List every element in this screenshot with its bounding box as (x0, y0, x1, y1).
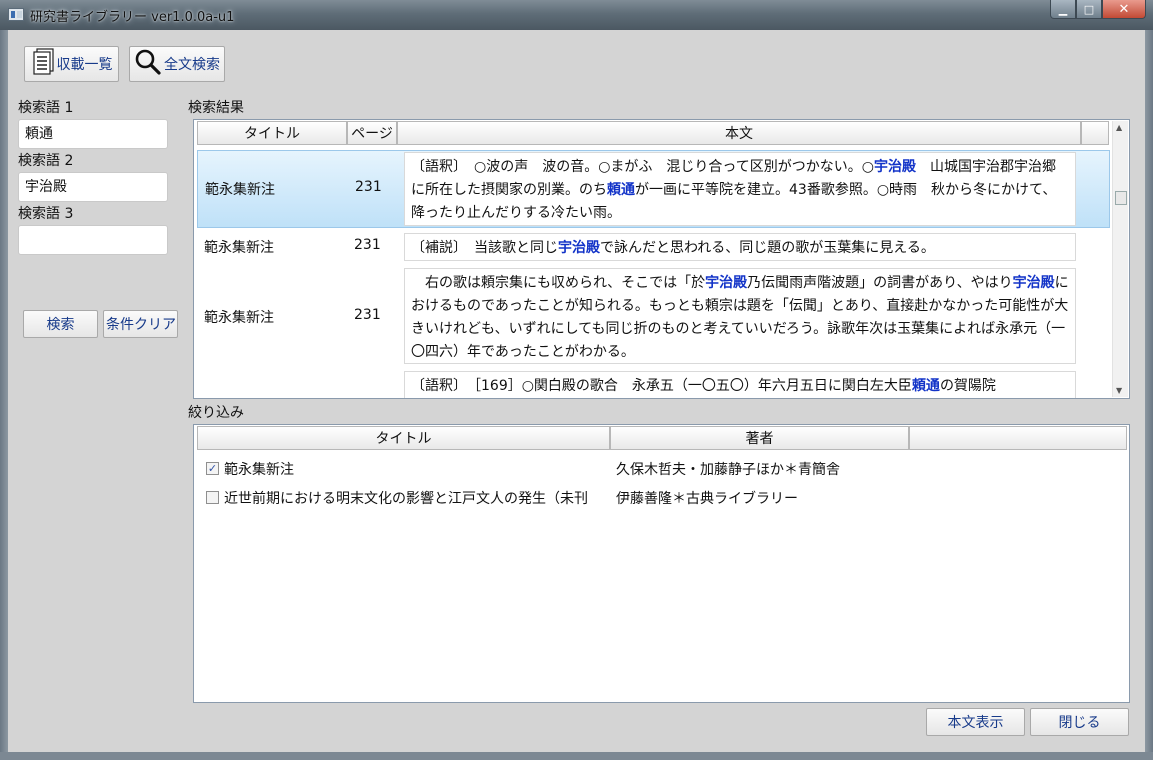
fulltext-search-button[interactable]: 全文検索 (129, 46, 225, 82)
filter-header-spacer (909, 426, 1127, 450)
term2-input[interactable]: 宇治殿 (18, 172, 168, 202)
scroll-thumb[interactable] (1115, 191, 1127, 205)
filter-author: 伊藤善隆＊古典ライブラリー (616, 491, 798, 507)
result-title: 範永集新注 (204, 240, 274, 256)
window-title: 研究書ライブラリー ver1.0.0a-u1 (30, 10, 235, 25)
app-icon (8, 8, 24, 21)
result-text: 右の歌は頼宗集にも収められ、そこでは「於宇治殿乃伝聞雨声階波題」の詞書があり、や… (404, 268, 1076, 364)
highlight-term: 頼通 (911, 378, 940, 394)
result-title: 範永集新注 (205, 182, 275, 198)
scroll-down-icon[interactable]: ▼ (1116, 386, 1122, 395)
result-page: 231 (354, 307, 381, 323)
result-text: 〔語釈〕 ［169］○関白殿の歌合 永承五（一〇五〇）年六月五日に関白左大臣頼通… (404, 371, 1076, 398)
results-scrollbar[interactable]: ▲ ▼ (1112, 121, 1128, 397)
window-frame-bottom (0, 752, 1153, 760)
list-button-label: 収載一覧 (56, 57, 113, 73)
window-frame-left (0, 30, 8, 760)
search-button[interactable]: 検索 (23, 310, 98, 338)
filter-title: 近世前期における明末文化の影響と江戸文人の発生（未刊 (224, 491, 588, 507)
term1-label: 検索語 1 (18, 100, 74, 116)
filter-checkbox[interactable] (206, 491, 219, 504)
filter-header-author[interactable]: 著者 (610, 426, 909, 450)
highlight-term: 宇治殿 (558, 240, 600, 256)
filter-checkbox[interactable]: ✓ (206, 462, 219, 475)
filter-header-title[interactable]: タイトル (197, 426, 610, 450)
scroll-up-icon[interactable]: ▲ (1116, 123, 1122, 132)
minimize-button[interactable]: ▁ (1050, 0, 1076, 19)
close-icon: ✕ (1118, 1, 1130, 17)
highlight-term: 頼通 (607, 182, 635, 198)
results-table: タイトル ページ 本文 範永集新注 231 〔語釈〕 ○波の声 波の音。○まがふ… (193, 119, 1130, 399)
term2-label: 検索語 2 (18, 153, 74, 169)
result-page: 231 (355, 179, 382, 195)
table-row[interactable]: 〔語釈〕 ［169］○関白殿の歌合 永承五（一〇五〇）年六月五日に関白左大臣頼通… (194, 368, 1111, 398)
term1-input[interactable]: 頼通 (18, 119, 168, 149)
term3-input[interactable] (18, 225, 168, 255)
filter-section-label: 絞り込み (188, 405, 244, 421)
results-header-page[interactable]: ページ (347, 121, 397, 145)
clear-conditions-button[interactable]: 条件クリア (103, 310, 178, 338)
window-controls: ▁ □ ✕ (1050, 0, 1146, 20)
highlight-term: 宇治殿 (1012, 275, 1055, 291)
close-button[interactable]: 閉じる (1030, 708, 1129, 736)
results-header-text[interactable]: 本文 (397, 121, 1081, 145)
results-header-spacer (1081, 121, 1109, 145)
maximize-icon: □ (1083, 2, 1095, 16)
search-icon (134, 48, 162, 80)
filter-title: 範永集新注 (224, 462, 294, 478)
results-header-title[interactable]: タイトル (197, 121, 347, 145)
minimize-icon: ▁ (1058, 2, 1068, 16)
result-text: 〔語釈〕 ○波の声 波の音。○まがふ 混じり合って区別がつかない。○宇治殿 山城… (404, 152, 1076, 226)
fulltext-search-label: 全文検索 (164, 57, 220, 73)
document-list-icon (31, 48, 55, 80)
maximize-button[interactable]: □ (1076, 0, 1102, 19)
highlight-term: 宇治殿 (873, 159, 916, 175)
results-section-label: 検索結果 (188, 100, 244, 116)
list-button[interactable]: 収載一覧 (24, 46, 119, 82)
filter-table: タイトル 著者 ✓ 範永集新注 久保木哲夫・加藤静子ほか＊青簡舎 近世前期におけ… (193, 424, 1130, 703)
highlight-term: 宇治殿 (705, 275, 748, 291)
window-frame-right (1145, 30, 1153, 760)
term3-label: 検索語 3 (18, 206, 74, 222)
result-title: 範永集新注 (204, 310, 274, 326)
show-text-button[interactable]: 本文表示 (926, 708, 1025, 736)
result-text: 〔補説〕 当該歌と同じ宇治殿で詠んだと思われる、同じ題の歌が玉葉集に見える。 (404, 233, 1076, 261)
title-bar[interactable]: 研究書ライブラリー ver1.0.0a-u1 ▁ □ ✕ (0, 0, 1153, 30)
result-page: 231 (354, 237, 381, 253)
close-window-button[interactable]: ✕ (1102, 0, 1146, 19)
filter-author: 久保木哲夫・加藤静子ほか＊青簡舎 (616, 462, 840, 478)
